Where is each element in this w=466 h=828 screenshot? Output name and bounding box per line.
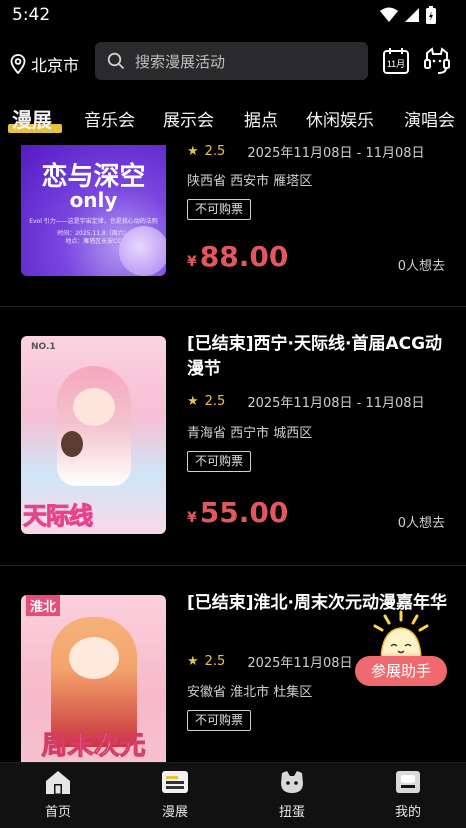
poster-title: 天际线 [23,502,94,531]
tab-live-show[interactable]: 演唱会 [404,106,455,131]
price-symbol: ¥ [187,510,197,526]
expo-icon [162,771,188,793]
calendar-button[interactable]: 11月 [382,47,410,75]
signal-icon [405,8,419,22]
tab-manzhan[interactable]: 漫展 [12,104,52,133]
ticket-status-badge: 不可购票 [187,710,252,731]
tab-leisure[interactable]: 休闲娱乐 [306,106,374,131]
battery-icon [426,6,436,24]
poster-slogan: Evol 引力——这是宇宙定律，也是我心动的法则 [29,218,158,225]
bottom-nav: 首页 漫展 扭蛋 我的 [0,762,466,828]
event-price: ¥ 55.00 [187,496,288,529]
location-pin-icon [10,54,26,74]
tab-concert[interactable]: 音乐会 [84,106,135,131]
event-rating: 2.5 [204,654,226,669]
tab-venue[interactable]: 据点 [244,106,278,131]
event-address: 陕西省 西安市 雁塔区 [187,174,313,189]
poster-planet [119,226,166,276]
event-title: [已结束]西宁·天际线·首届ACG动漫节 [187,334,443,379]
location-selector[interactable]: 北京市 [10,52,79,76]
wants-count: 0人想去 [397,516,445,531]
price-value: 55.00 [199,496,289,529]
poster-tag: NO.1 [31,342,56,352]
nav-label: 扭蛋 [278,805,305,820]
price-value: 88.00 [199,240,289,273]
calendar-month: 11月 [387,59,405,69]
star-icon: ★ [187,654,199,669]
price-symbol: ¥ [187,254,197,270]
status-bar: 5:42 [0,0,466,32]
tab-exhibition[interactable]: 展示会 [163,106,214,131]
wifi-icon [380,7,398,22]
search-input[interactable]: 搜索漫展活动 [95,42,368,80]
search-icon [107,52,125,70]
nav-profile[interactable]: 我的 [368,769,448,820]
star-icon: ★ [187,145,199,159]
exhibition-helper[interactable]: 参展助手 [355,610,447,690]
nav-gacha[interactable]: 扭蛋 [252,769,332,820]
location-label: 北京市 [31,56,80,75]
nav-expo[interactable]: 漫展 [135,769,215,820]
search-placeholder: 搜索漫展活动 [135,52,226,71]
home-icon [46,771,70,794]
poster-city-tag: 淮北 [26,595,61,616]
event-poster: 恋与深空 only Evol 引力——这是宇宙定律，也是我心动的法则 时间：20… [21,145,166,276]
event-date: 2025年11月08日 - 11月08日 [247,396,425,411]
helper-button[interactable]: 参展助手 [355,656,447,686]
category-tabs: 漫展 音乐会 展示会 据点 休闲娱乐 演唱会 [0,100,466,140]
event-meta: ★ 2.5 2025年11月08日 - 11月08日 [187,392,425,411]
nav-home[interactable]: 首页 [18,769,98,820]
poster-character [57,366,131,486]
event-card[interactable]: NO.1 天际线 [已结束]西宁·天际线·首届ACG动漫节 ★ 2.5 2025… [0,307,466,565]
event-card[interactable]: 恋与深空 only Evol 引力——这是宇宙定律，也是我心动的法则 时间：20… [0,145,466,305]
poster-character-face [73,388,115,426]
event-address: 青海省 西宁市 城西区 [187,426,313,441]
poster-title: 周末次元 [41,731,146,762]
calendar-icon: 11月 [383,48,409,74]
profile-icon [396,771,420,793]
status-icons [380,6,436,24]
customer-service-button[interactable] [424,47,450,75]
event-rating: 2.5 [204,145,226,159]
event-date: 2025年11月08日 [247,656,353,671]
headset-icon [424,47,450,74]
poster-character-face [69,637,119,679]
ticket-status-badge: 不可购票 [187,451,252,472]
nav-label: 首页 [44,805,71,820]
event-date: 2025年11月08日 - 11月08日 [247,146,425,161]
nav-label: 我的 [394,805,421,820]
wants-count: 0人想去 [397,259,445,274]
event-rating: 2.5 [204,394,226,409]
poster-subtitle: only [69,188,118,212]
star-icon: ★ [187,394,199,409]
gacha-icon [281,771,303,793]
status-time: 5:42 [12,5,51,25]
poster-teddy-bear [61,431,83,457]
event-poster: 淮北 周末次元 [21,595,166,762]
event-address: 安徽省 淮北市 杜集区 [187,685,313,700]
nav-label: 漫展 [161,805,188,820]
top-bar: 北京市 搜索漫展活动 11月 [0,32,466,92]
event-price: ¥ 88.00 [187,240,288,273]
event-poster: NO.1 天际线 [21,336,166,534]
event-meta: ★ 2.5 2025年11月08日 [187,652,353,671]
event-meta: ★ 2.5 2025年11月08日 - 11月08日 [187,145,425,161]
ticket-status-badge: 不可购票 [187,199,252,220]
